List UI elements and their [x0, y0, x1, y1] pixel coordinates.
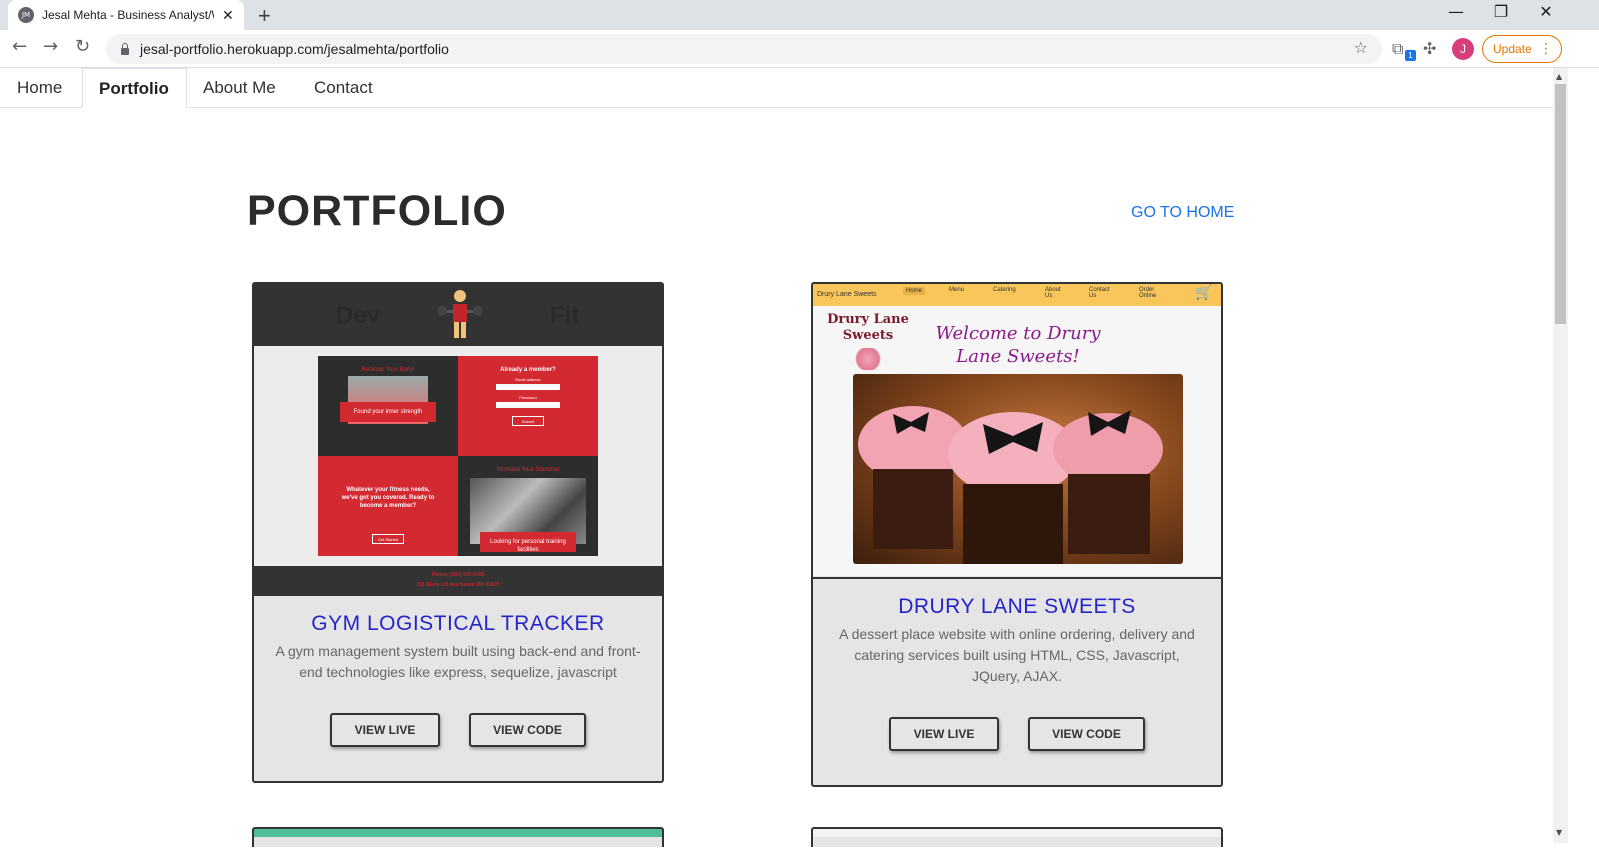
- nav-about-me[interactable]: About Me: [187, 68, 292, 108]
- window-close-icon[interactable]: ✕: [1523, 2, 1569, 21]
- drury-nav-home: Home: [903, 287, 926, 295]
- gym-quad-3: Whatever your fitness needs, we've got y…: [318, 456, 458, 556]
- url-text: jesal-portfolio.herokuapp.com/jesalmehta…: [140, 41, 449, 57]
- project-description: A gym management system built using back…: [275, 643, 641, 680]
- gym-q1-banner: Found your inner strength: [340, 402, 436, 422]
- gym-q1-title: Refactor Your Body!: [361, 367, 415, 373]
- drury-nav-catering: Catering: [993, 287, 1016, 293]
- gym-footer-address: 111 Black Lift Ave Salem MA 03879: [416, 582, 500, 588]
- gym-quad-2: Already a member? Email address Password…: [458, 356, 598, 456]
- gym-q2-submit-label: Submit: [521, 419, 535, 424]
- cart-icon: 🛒: [1195, 285, 1213, 301]
- forward-icon[interactable]: →: [43, 36, 58, 57]
- nav-contact[interactable]: Contact: [298, 68, 389, 108]
- drury-brand: Drury Lane Sweets: [817, 291, 877, 298]
- project-preview-drury[interactable]: Drury Lane Sweets Home Menu Catering Abo…: [813, 284, 1221, 579]
- scroll-down-icon[interactable]: ▼: [1556, 828, 1562, 837]
- gym-preview-footer: Phone: (555) 555-5555 111 Black Lift Ave…: [254, 566, 662, 594]
- drury-preview-nav: Drury Lane Sweets Home Menu Catering Abo…: [813, 284, 1221, 306]
- site-nav: Home Portfolio About Me Contact: [0, 68, 1553, 108]
- drury-nav-contact: Contact Us: [1089, 287, 1110, 299]
- gym-footer-phone: Phone: (555) 555-5555: [431, 572, 485, 578]
- scroll-up-icon[interactable]: ▲: [1556, 72, 1562, 81]
- cupcakes-image: [858, 406, 1163, 564]
- profile-avatar[interactable]: J: [1452, 38, 1474, 60]
- extension-badge: 1: [1405, 50, 1416, 61]
- gym-quad-1: Refactor Your Body! Found your inner str…: [318, 356, 458, 456]
- tab-title: Jesal Mehta - Business Analyst/W: [42, 8, 214, 22]
- restore-icon[interactable]: ❐: [1478, 2, 1524, 21]
- gym-q2-field2: [496, 402, 560, 408]
- minimize-icon[interactable]: —: [1433, 2, 1479, 21]
- gym-q2-submit: Submit: [512, 416, 544, 426]
- puzzle-extensions-icon[interactable]: ✣: [1423, 39, 1436, 58]
- project-card-gym: Dev Fit Refactor Your Body! Found your i…: [252, 282, 664, 783]
- gym-q2-field2-label: Password: [519, 395, 537, 400]
- drury-logo-cake-icon: [853, 348, 883, 370]
- lock-icon: [120, 43, 130, 55]
- gym-q3-text: Whatever your fitness needs, we've got y…: [341, 487, 435, 509]
- tab-favicon-icon: JM: [18, 7, 34, 23]
- gym-preview-header: Dev Fit: [254, 284, 662, 346]
- gym-preview-grid: Refactor Your Body! Found your inner str…: [318, 356, 598, 556]
- project-preview-gym[interactable]: Dev Fit Refactor Your Body! Found your i…: [254, 284, 662, 596]
- gym-q3-button: Get Started: [372, 534, 404, 544]
- page-title: PORTFOLIO: [247, 187, 507, 235]
- nav-home[interactable]: Home: [1, 68, 78, 108]
- go-to-home-link[interactable]: GO TO HOME: [1131, 204, 1234, 222]
- gym-q1-caption: Found your inner strength: [353, 409, 423, 415]
- new-tab-icon[interactable]: +: [258, 3, 271, 29]
- cupcake-photo: [853, 374, 1183, 564]
- view-code-button[interactable]: VIEW CODE: [1028, 717, 1145, 751]
- update-button[interactable]: Update ⋮: [1482, 35, 1562, 63]
- gym-quad-4: Increase Your Stamina! Looking for perso…: [458, 456, 598, 556]
- bookmark-star-icon[interactable]: ☆: [1354, 38, 1368, 57]
- gym-q4-caption: Looking for personal training facilities: [490, 539, 566, 553]
- update-label: Update: [1493, 42, 1532, 56]
- view-live-button[interactable]: VIEW LIVE: [889, 717, 999, 751]
- view-code-button[interactable]: VIEW CODE: [469, 713, 586, 747]
- reload-icon[interactable]: ↻: [75, 36, 90, 57]
- menu-dots-icon: ⋮: [1539, 41, 1553, 57]
- back-icon[interactable]: ←: [12, 36, 27, 57]
- gym-logo-left: Dev: [336, 302, 381, 329]
- browser-tab[interactable]: JM Jesal Mehta - Business Analyst/W ✕: [8, 0, 244, 30]
- page-scrollbar[interactable]: ▲ ▼: [1553, 68, 1568, 843]
- gym-q2-title: Already a member?: [500, 367, 556, 373]
- gym-q2-field1: [496, 384, 560, 390]
- drury-nav-about: About Us: [1045, 287, 1061, 299]
- gym-q3-button-label: Get Started: [377, 537, 399, 542]
- gym-q2-field1-label: Email address: [515, 377, 541, 382]
- project-card-next-left: [252, 827, 664, 847]
- browser-toolbar: ← → ↻ jesal-portfolio.herokuapp.com/jesa…: [0, 30, 1599, 68]
- gym-q4-title: Increase Your Stamina!: [496, 467, 560, 473]
- nav-portfolio[interactable]: Portfolio: [82, 68, 187, 108]
- close-tab-icon[interactable]: ✕: [222, 7, 234, 24]
- view-live-button[interactable]: VIEW LIVE: [330, 713, 440, 747]
- drury-preview-body: Drury Lane Sweets Welcome to Drury Lane …: [813, 306, 1221, 576]
- project-card-drury: Drury Lane Sweets Home Menu Catering Abo…: [811, 282, 1223, 787]
- drury-nav-menu: Menu: [949, 287, 965, 293]
- project-title: DRURY LANE SWEETS: [898, 595, 1136, 618]
- drury-nav-order: Order Online: [1139, 287, 1157, 299]
- address-bar[interactable]: jesal-portfolio.herokuapp.com/jesalmehta…: [106, 34, 1382, 64]
- drury-welcome: Welcome to Drury Lane Sweets!: [935, 323, 1101, 367]
- weightlifter-icon: [438, 290, 482, 338]
- gym-preview-body: Refactor Your Body! Found your inner str…: [254, 346, 662, 566]
- project-title: GYM LOGISTICAL TRACKER: [311, 612, 605, 635]
- drury-logo: Drury Lane Sweets: [827, 312, 909, 343]
- translate-extension-icon[interactable]: ⧉: [1392, 39, 1403, 59]
- project-card-next-right: [811, 827, 1223, 847]
- browser-tab-bar: JM Jesal Mehta - Business Analyst/W ✕ + …: [0, 0, 1599, 30]
- gym-logo-right: Fit: [550, 302, 580, 329]
- project-description: A dessert place website with online orde…: [839, 626, 1195, 684]
- scroll-thumb[interactable]: [1555, 84, 1566, 324]
- gym-q4-banner: Looking for personal training facilities: [480, 532, 576, 553]
